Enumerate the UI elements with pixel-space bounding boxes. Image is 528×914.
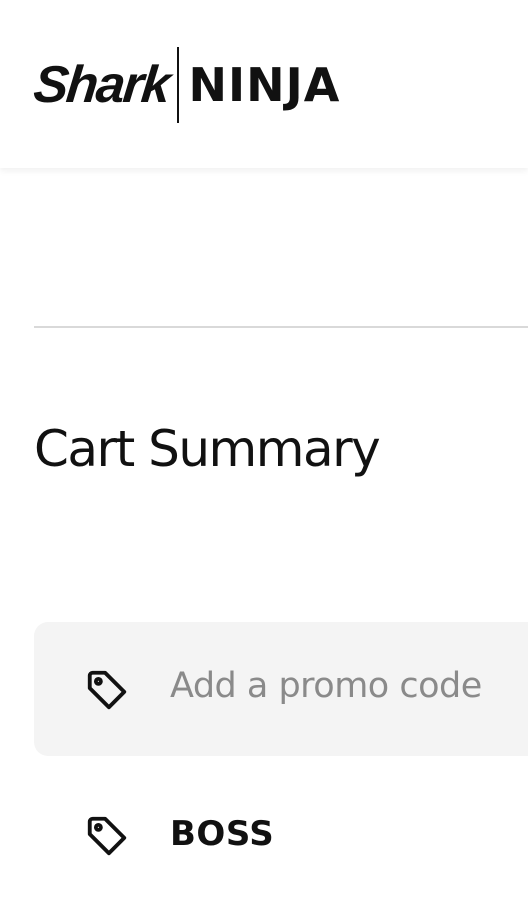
- cart-summary-title: Cart Summary: [34, 420, 381, 478]
- logo-shark-text: Shark: [30, 56, 172, 114]
- logo-divider: [176, 47, 179, 123]
- promo-code-placeholder: Add a promo code: [170, 666, 482, 706]
- site-header: Shark NINJA: [0, 0, 528, 168]
- sharkninja-logo[interactable]: Shark NINJA: [30, 46, 341, 124]
- tag-icon: [87, 816, 127, 856]
- tag-icon: [87, 670, 127, 710]
- applied-promo-code-label: BOSS: [170, 814, 275, 854]
- section-divider: [34, 326, 528, 328]
- applied-promo-code: BOSS: [34, 800, 528, 870]
- logo-ninja-text: NINJA: [188, 58, 341, 112]
- promo-code-input[interactable]: Add a promo code: [34, 622, 528, 756]
